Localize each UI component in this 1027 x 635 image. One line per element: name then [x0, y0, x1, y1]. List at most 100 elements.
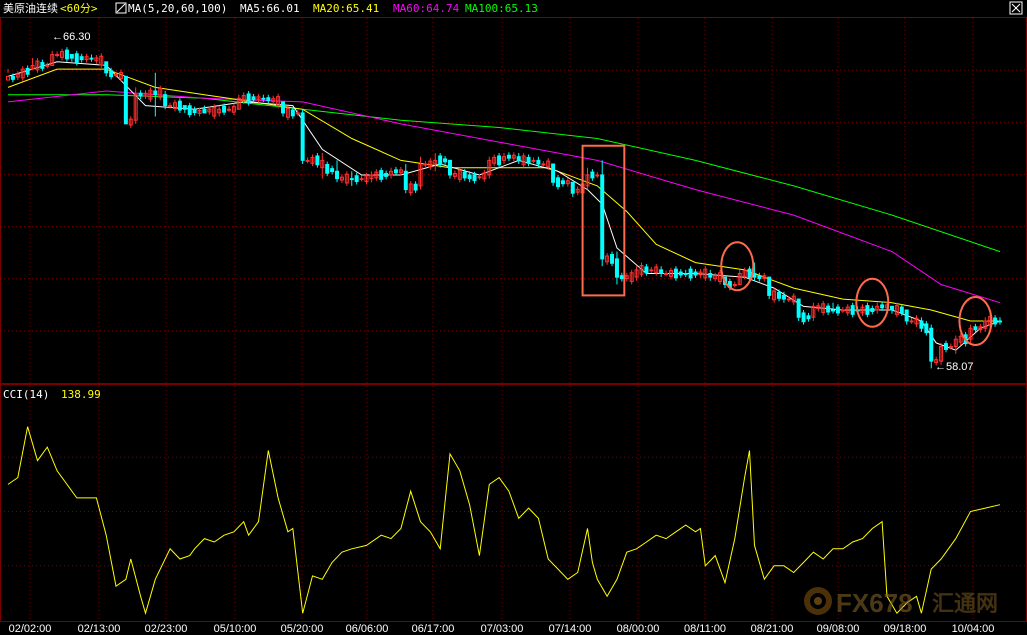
candle-down	[462, 171, 467, 179]
candle-down	[614, 258, 619, 278]
candle-down	[516, 156, 521, 161]
candle-down	[929, 327, 934, 362]
candle-down	[325, 163, 330, 174]
candle-down	[708, 273, 713, 278]
candle-down	[74, 53, 79, 64]
candle-down	[330, 168, 335, 173]
candle-down	[673, 268, 678, 279]
candle-up	[531, 159, 536, 162]
candle-down	[25, 67, 30, 75]
candle-down	[222, 105, 227, 113]
candle-down	[526, 156, 531, 164]
candle-down	[767, 276, 772, 296]
candle-up	[359, 178, 364, 181]
candle-down	[447, 159, 452, 176]
candle-down	[384, 172, 389, 177]
candle-down	[993, 317, 998, 325]
x-tick-label: 07/03:00	[481, 623, 524, 635]
high-price-label: ←66.30	[52, 31, 91, 43]
candle-down	[801, 312, 806, 323]
candle-down	[281, 101, 286, 114]
candle-down	[590, 171, 595, 179]
x-tick-label: 10/04:00	[952, 623, 995, 635]
candle-up	[649, 269, 654, 272]
candle-down	[904, 309, 909, 322]
candle-down	[79, 56, 84, 61]
candle-down	[678, 271, 683, 276]
candle-down	[251, 96, 256, 101]
candle-down	[64, 49, 69, 60]
candle-down	[644, 266, 649, 274]
candle-down	[379, 170, 384, 180]
cci-value: 138.99	[61, 388, 101, 401]
candle-up	[305, 159, 310, 162]
candle-down	[138, 92, 143, 97]
candle-down	[315, 155, 320, 166]
candle-down	[570, 181, 575, 194]
candle-down	[757, 275, 762, 280]
candle-down	[777, 291, 782, 299]
candle-down	[880, 304, 885, 309]
candlestick-chart[interactable]: 美原油连续 <60分> MA(5,20,60,100) MA5:66.01 MA…	[0, 0, 1027, 635]
candle-down	[246, 93, 251, 104]
candle-down	[403, 170, 408, 191]
candle-down	[202, 108, 207, 114]
candle-down	[693, 271, 698, 276]
candle-down	[497, 155, 502, 166]
candle-up	[664, 273, 669, 275]
candle-down	[266, 97, 271, 102]
candle-down	[393, 169, 398, 174]
cci-label: CCI(14)	[3, 388, 49, 401]
candle-down	[438, 155, 443, 166]
candle-up	[541, 163, 546, 166]
candle-down	[683, 273, 688, 275]
candle-down	[619, 275, 624, 280]
candle-down	[796, 298, 801, 318]
candle-down	[610, 254, 615, 264]
watermark-text: FX678	[836, 588, 913, 618]
candle-down	[109, 70, 114, 78]
candle-down	[831, 309, 836, 312]
candle-down	[261, 97, 266, 100]
symbol-label: 美原油连续	[3, 1, 58, 15]
x-tick-label: 02/13:00	[78, 623, 121, 635]
period-label[interactable]: <60分>	[60, 2, 98, 15]
x-tick-label: 06/06:00	[346, 623, 389, 635]
candle-down	[10, 75, 15, 80]
candle-down	[781, 294, 786, 300]
candle-down	[89, 57, 94, 60]
candle-down	[924, 323, 929, 334]
candle-down	[659, 269, 664, 275]
candle-down	[870, 308, 875, 312]
candle-up	[840, 309, 845, 312]
ma5-value: MA5:66.01	[240, 2, 300, 15]
candle-down	[506, 154, 511, 159]
candle-down	[889, 305, 894, 311]
fx678-logo-icon	[804, 587, 832, 615]
candle-down	[850, 305, 855, 315]
candle-down	[919, 320, 924, 329]
ma20-value: MA20:65.41	[313, 2, 379, 15]
x-tick-label: 09/18:00	[884, 623, 927, 635]
candle-up	[55, 54, 60, 56]
candle-down	[556, 177, 561, 188]
candle-down	[123, 75, 128, 125]
candle-down	[354, 175, 359, 183]
candle-up	[948, 346, 953, 348]
candle-down	[747, 268, 752, 279]
x-axis: 02/02:00 02/13:00 02/23:00 05/10:00 05/20:00…	[9, 623, 995, 635]
candle-down	[177, 100, 182, 111]
chart-background	[0, 0, 1027, 635]
x-tick-label: 08/21:00	[751, 623, 794, 635]
x-tick-label: 06/17:00	[412, 623, 455, 635]
candle-down	[560, 180, 565, 185]
candle-down	[973, 326, 978, 331]
candle-down	[472, 174, 477, 182]
ma-label[interactable]: MA(5,20,60,100)	[128, 2, 227, 15]
candle-down	[335, 170, 340, 180]
candle-down	[467, 174, 472, 180]
candle-down	[182, 105, 187, 110]
candle-down	[163, 94, 168, 107]
candle-down	[536, 159, 541, 165]
x-tick-label: 05/20:00	[281, 623, 324, 635]
